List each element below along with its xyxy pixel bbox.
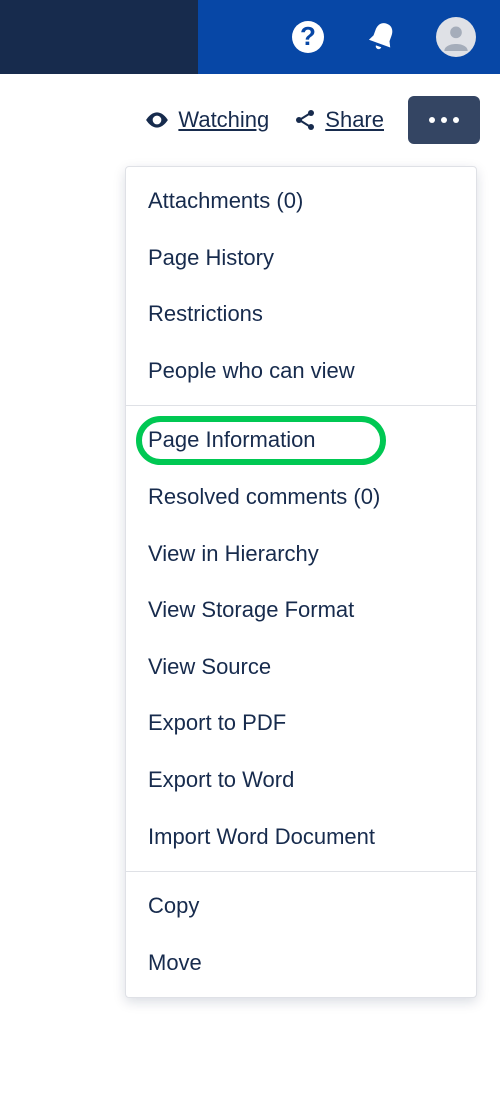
menu-item-page-history[interactable]: Page History [126,230,476,287]
menu-item-export-to-word[interactable]: Export to Word [126,752,476,809]
share-icon [293,108,317,132]
ellipsis-icon [429,117,459,123]
share-button[interactable]: Share [293,107,384,133]
top-navigation-bar: ? [0,0,500,74]
help-icon[interactable]: ? [288,17,328,57]
menu-item-attachments[interactable]: Attachments (0) [126,173,476,230]
svg-text:?: ? [300,21,316,51]
menu-item-page-information[interactable]: Page Information [126,412,476,469]
menu-item-view-source[interactable]: View Source [126,639,476,696]
menu-group-3: Copy Move [126,872,476,997]
app-switcher-placeholder [0,0,198,74]
menu-item-people-who-can-view[interactable]: People who can view [126,343,476,400]
watching-label: Watching [178,107,269,133]
menu-item-view-storage-format[interactable]: View Storage Format [126,582,476,639]
user-avatar[interactable] [436,17,476,57]
menu-item-export-to-pdf[interactable]: Export to PDF [126,695,476,752]
menu-item-label: Page Information [148,427,316,452]
menu-item-move[interactable]: Move [126,935,476,992]
page-actions-toolbar: Watching Share [0,74,500,162]
share-label: Share [325,107,384,133]
notifications-icon[interactable] [362,17,402,57]
eye-icon [144,107,170,133]
menu-item-view-in-hierarchy[interactable]: View in Hierarchy [126,526,476,583]
menu-item-restrictions[interactable]: Restrictions [126,286,476,343]
menu-item-resolved-comments[interactable]: Resolved comments (0) [126,469,476,526]
more-actions-button[interactable] [408,96,480,144]
more-actions-menu: Attachments (0) Page History Restriction… [125,166,477,998]
menu-item-import-word-document[interactable]: Import Word Document [126,809,476,866]
menu-group-2: Page Information Resolved comments (0) V… [126,406,476,872]
watching-toggle[interactable]: Watching [144,107,269,133]
menu-group-1: Attachments (0) Page History Restriction… [126,167,476,406]
menu-item-copy[interactable]: Copy [126,878,476,935]
